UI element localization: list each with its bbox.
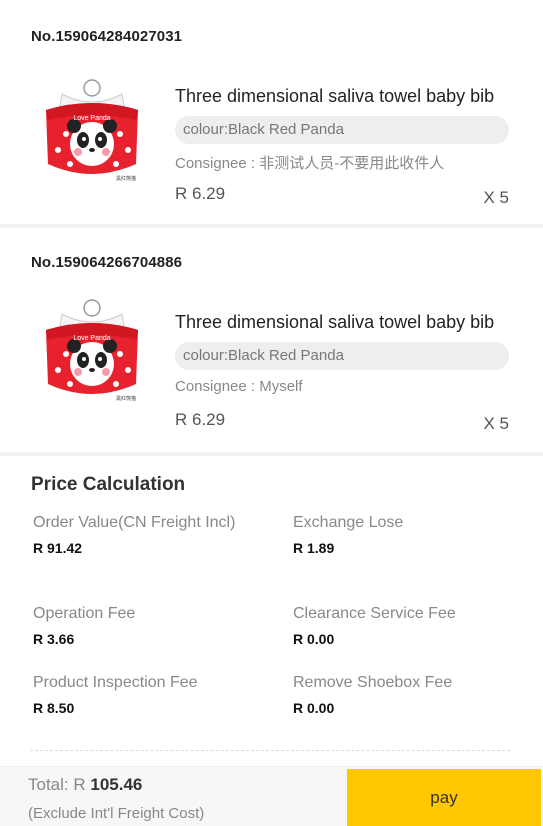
- fee-label: Exchange Lose: [293, 514, 404, 531]
- svg-text:Love Panda: Love Panda: [73, 335, 110, 342]
- fee-clearance-service: Clearance Service Fee R 0.00: [293, 603, 523, 647]
- total-amount: 105.46: [90, 775, 143, 794]
- divider: [30, 750, 510, 751]
- fee-exchange-lose: Exchange Lose R 1.89: [293, 512, 523, 556]
- svg-text:黑红熊猫: 黑红熊猫: [116, 395, 136, 402]
- consignee-text: Consignee : Myself: [175, 378, 303, 395]
- product-title[interactable]: Three dimensional saliva towel baby bib: [175, 312, 515, 333]
- fee-label: Clearance Service Fee: [293, 605, 456, 622]
- fee-remove-shoebox: Remove Shoebox Fee R 0.00: [293, 672, 523, 716]
- fee-label: Order Value(CN Freight Incl): [33, 514, 236, 531]
- fee-label: Operation Fee: [33, 605, 136, 622]
- fee-product-inspection: Product Inspection Fee R 8.50: [33, 672, 263, 716]
- colour-option: colour:Black Red Panda: [175, 116, 509, 144]
- order-number: No.159064284027031: [31, 28, 183, 45]
- quantity: X 5: [483, 414, 509, 433]
- fee-value: R 3.66: [33, 631, 75, 647]
- order-number: No.159064266704886: [31, 254, 183, 271]
- fee-value: R 91.42: [33, 540, 83, 556]
- fee-value: R 1.89: [293, 540, 335, 556]
- pay-button[interactable]: pay: [347, 769, 541, 826]
- product-title[interactable]: Three dimensional saliva towel baby bib: [175, 86, 515, 107]
- fee-order-value: Order Value(CN Freight Incl) R 91.42: [33, 512, 263, 556]
- quantity: X 5: [483, 188, 509, 207]
- unit-price: R 6.29: [175, 184, 226, 203]
- fee-label: Product Inspection Fee: [33, 674, 198, 691]
- total-note: (Exclude Int'l Freight Cost): [28, 805, 205, 822]
- svg-text:黑红熊猫: 黑红熊猫: [116, 175, 136, 182]
- fee-value: R 0.00: [293, 700, 335, 716]
- panda-bib-icon[interactable]: Love Panda 黑红熊猫: [40, 76, 144, 184]
- svg-text:Love Panda: Love Panda: [73, 115, 110, 122]
- order-card: No.159064284027031 Love Panda 黑红熊猫 Three…: [0, 0, 543, 224]
- fee-value: R 8.50: [33, 700, 75, 716]
- fee-value: R 0.00: [293, 631, 335, 647]
- total-line: Total: R 105.46: [28, 775, 142, 795]
- section-title: Price Calculation: [31, 474, 186, 495]
- total-label: Total: R: [28, 775, 86, 794]
- panda-bib-icon[interactable]: Love Panda 黑红熊猫: [40, 296, 144, 404]
- colour-option: colour:Black Red Panda: [175, 342, 509, 370]
- order-card: No.159064266704886 Love Panda 黑红熊猫 Three…: [0, 228, 543, 452]
- unit-price: R 6.29: [175, 410, 226, 429]
- checkout-footer: Total: R 105.46 (Exclude Int'l Freight C…: [0, 766, 543, 826]
- fee-operation: Operation Fee R 3.66: [33, 603, 263, 647]
- price-calculation-section: Price Calculation Order Value(CN Freight…: [0, 456, 543, 766]
- consignee-text: Consignee : 非测试人员-不要用此收件人: [175, 155, 445, 172]
- order-payment-page: No.159064284027031 Love Panda 黑红熊猫 Three…: [0, 0, 543, 826]
- fee-label: Remove Shoebox Fee: [293, 674, 453, 691]
